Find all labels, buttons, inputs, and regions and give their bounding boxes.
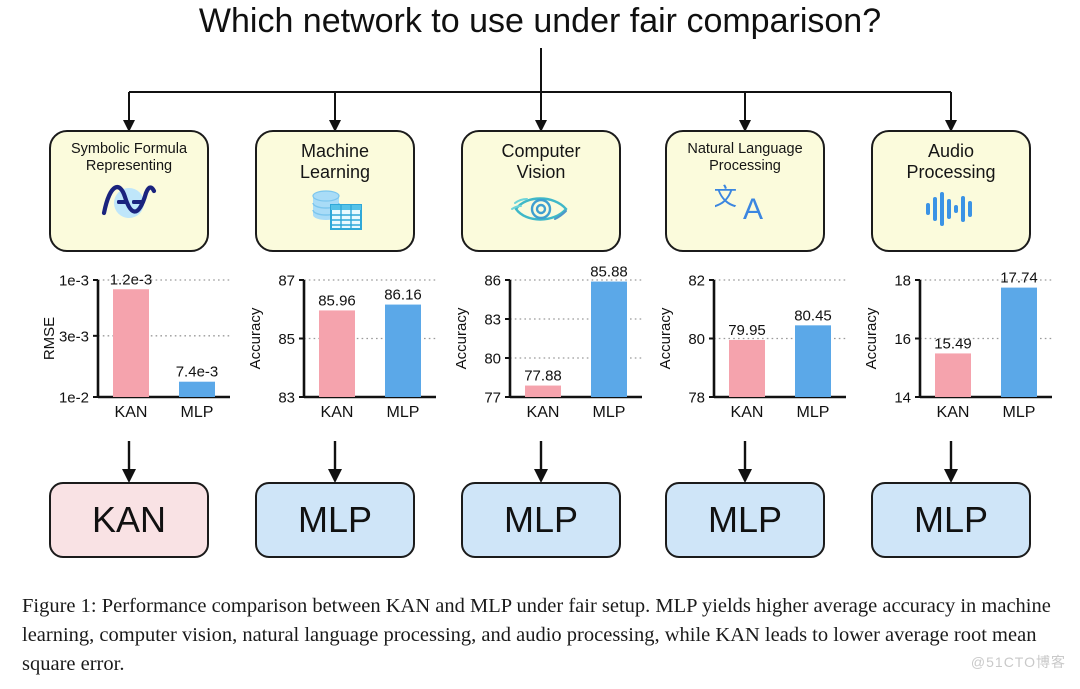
category-box-symbolic-formula[interactable]: Symbolic Formula Representing (49, 130, 209, 252)
x-tick-label: KAN (527, 404, 560, 421)
tree-connectors (123, 48, 957, 132)
result-box-computer-vision[interactable]: MLP (461, 482, 621, 558)
svg-text:文: 文 (715, 183, 737, 211)
bar-kan (935, 353, 971, 397)
y-tick-label: 1e-2 (59, 390, 89, 407)
eye-icon (508, 186, 574, 232)
bar-kan (525, 385, 561, 397)
bar-value-label: 80.45 (794, 307, 832, 324)
bar-value-label: 85.96 (318, 292, 356, 309)
chart-symbolic-formula-rmse: 1e-3 3e-3 1e-2 1.2e-3 KAN 7.4e-3 MLP RMSE (40, 262, 240, 437)
x-tick-label: MLP (387, 404, 420, 421)
y-tick-label: 85 (278, 331, 295, 348)
y-tick-label: 78 (688, 390, 705, 407)
category-box-audio-processing[interactable]: Audio Processing (871, 130, 1031, 252)
bar-mlp (179, 381, 215, 397)
chart-row: 1e-3 3e-3 1e-2 1.2e-3 KAN 7.4e-3 MLP RMSE 83 85 8… (0, 262, 1080, 437)
bar-value-label: 15.49 (934, 335, 972, 352)
result-box-nlp[interactable]: MLP (665, 482, 825, 558)
x-tick-label: MLP (181, 404, 214, 421)
y-tick-label: 87 (278, 273, 295, 290)
result-row: KAN MLP MLP MLP MLP (0, 482, 1080, 560)
y-tick-label: 86 (484, 273, 501, 290)
x-tick-label: MLP (593, 404, 626, 421)
x-tick-label: KAN (115, 404, 148, 421)
y-tick-label: 1e-3 (59, 273, 89, 290)
y-tick-label: 82 (688, 273, 705, 290)
y-tick-label: 3e-3 (59, 328, 89, 345)
category-label: Computer Vision (501, 141, 581, 182)
x-tick-label: MLP (1003, 404, 1036, 421)
y-tick-label: 80 (484, 351, 501, 368)
bar-value-label: 7.4e-3 (176, 364, 219, 381)
bar-value-label: 17.74 (1000, 270, 1038, 287)
category-label: Machine Learning (299, 141, 371, 182)
bar-value-label: 1.2e-3 (110, 271, 153, 288)
bar-chart-svg: 78 80 82 79.95 KAN 80.45 MLP Accuracy (657, 273, 846, 421)
bar-mlp (795, 325, 831, 397)
category-row: Symbolic Formula Representing Machine Le… (0, 130, 1080, 255)
category-box-nlp[interactable]: Natural Language Processing 文 A (665, 130, 825, 252)
y-tick-label: 83 (278, 390, 295, 407)
category-box-machine-learning[interactable]: Machine Learning (255, 130, 415, 252)
bar-chart-svg: 83 85 87 85.96 KAN 86.16 MLP Accuracy (247, 273, 436, 421)
x-tick-label: KAN (937, 404, 970, 421)
bar-chart-svg: 14 16 18 15.49 KAN 17.74 MLP Accuracy (863, 270, 1052, 421)
bar-value-label: 85.88 (590, 264, 628, 281)
bar-value-label: 86.16 (384, 287, 422, 304)
y-tick-label: 14 (894, 390, 911, 407)
translate-icon: 文 A (715, 178, 775, 224)
bar-kan (729, 339, 765, 397)
category-label: Symbolic Formula Representing (70, 141, 188, 174)
x-tick-label: MLP (797, 404, 830, 421)
watermark: @51CTO博客 (970, 654, 1066, 670)
bar-mlp (385, 304, 421, 397)
bar-mlp (1001, 287, 1037, 397)
y-axis-title: Accuracy (863, 307, 880, 369)
y-tick-label: 83 (484, 312, 501, 329)
chart-audio-processing-accuracy: 14 16 18 15.49 KAN 17.74 MLP Accuracy (862, 262, 1062, 437)
bar-chart-svg: 77 80 83 86 77.88 KAN 85.88 MLP Accuracy (453, 264, 642, 421)
y-tick-label: 16 (894, 331, 911, 348)
y-axis-title: Accuracy (453, 307, 470, 369)
x-tick-label: KAN (321, 404, 354, 421)
svg-text:A: A (743, 193, 763, 223)
result-box-audio-processing[interactable]: MLP (871, 482, 1031, 558)
sine-wave-icon (98, 178, 160, 224)
result-box-symbolic-formula[interactable]: KAN (49, 482, 209, 558)
chart-nlp-accuracy: 78 80 82 79.95 KAN 80.45 MLP Accuracy (656, 262, 856, 437)
figure-caption: Figure 1: Performance comparison between… (22, 595, 1051, 676)
waveform-icon (920, 186, 982, 232)
y-axis-title: Accuracy (247, 307, 264, 369)
bar-chart-svg: 1e-3 3e-3 1e-2 1.2e-3 KAN 7.4e-3 MLP RMSE (41, 271, 230, 421)
bar-kan (113, 289, 149, 397)
y-axis-title: RMSE (41, 317, 58, 360)
category-label: Audio Processing (906, 141, 996, 182)
category-label: Natural Language Processing (687, 141, 803, 174)
result-box-machine-learning[interactable]: MLP (255, 482, 415, 558)
chart-machine-learning-accuracy: 83 85 87 85.96 KAN 86.16 MLP Accuracy (246, 262, 446, 437)
bar-mlp (591, 281, 627, 397)
database-table-icon (304, 186, 366, 232)
category-box-computer-vision[interactable]: Computer Vision (461, 130, 621, 252)
y-tick-label: 80 (688, 331, 705, 348)
y-tick-label: 18 (894, 273, 911, 290)
bar-kan (319, 310, 355, 397)
bar-value-label: 77.88 (524, 368, 562, 385)
bar-value-label: 79.95 (728, 322, 766, 339)
chart-computer-vision-accuracy: 77 80 83 86 77.88 KAN 85.88 MLP Accuracy (452, 262, 652, 437)
x-tick-label: KAN (731, 404, 764, 421)
y-tick-label: 77 (484, 390, 501, 407)
y-axis-title: Accuracy (657, 307, 674, 369)
